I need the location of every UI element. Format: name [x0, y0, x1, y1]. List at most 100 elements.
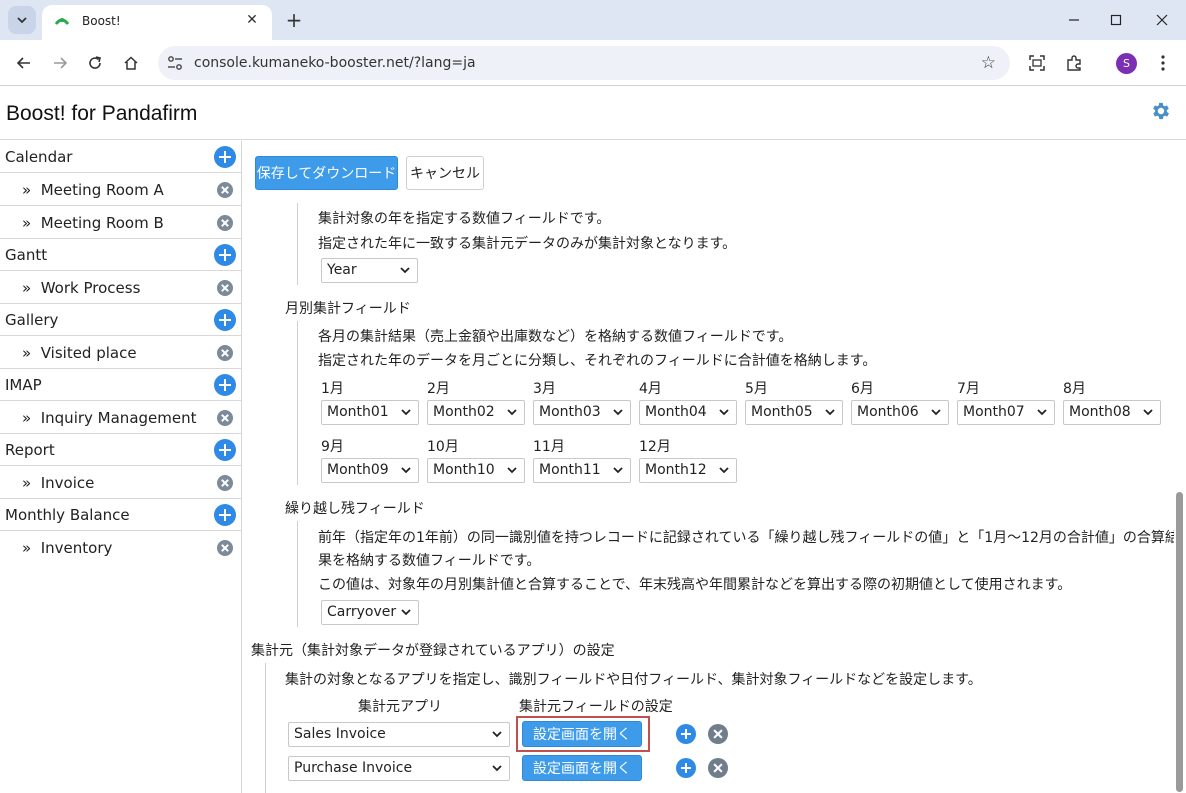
sidebar-item-meeting-room-a[interactable]: » Meeting Room A [0, 173, 241, 206]
month-label: 8月 [1063, 381, 1086, 397]
sidebar-group-report[interactable]: Report [0, 434, 241, 466]
url-text: console.kumaneko-booster.net/?lang=ja [194, 55, 476, 71]
more-menu-icon[interactable] [1152, 52, 1174, 74]
month-label: 9月 [321, 439, 344, 455]
add-row-icon[interactable] [676, 758, 696, 778]
month-field-select[interactable]: Month04 [639, 400, 737, 425]
source-app-select[interactable]: Purchase Invoice [288, 756, 510, 781]
sidebar-group-gantt[interactable]: Gantt [0, 239, 241, 271]
scrollbar-thumb[interactable] [1176, 492, 1183, 792]
add-gantt-icon[interactable] [214, 244, 236, 266]
remove-item-icon[interactable] [217, 182, 233, 198]
sidebar: Calendar » Meeting Room A » Meeting Room… [0, 141, 242, 793]
cancel-button[interactable]: キャンセル [406, 156, 484, 190]
maximize-icon[interactable] [1096, 0, 1136, 40]
sidebar-item-meeting-room-b[interactable]: » Meeting Room B [0, 206, 241, 239]
close-window-icon[interactable] [1142, 0, 1182, 40]
select-value: Month12 [645, 462, 707, 478]
site-info-icon[interactable] [166, 54, 184, 72]
open-settings-button[interactable]: 設定画面を開く [522, 755, 642, 781]
source-app-select[interactable]: Sales Invoice [288, 722, 510, 747]
month-field-select[interactable]: Month02 [427, 400, 525, 425]
sidebar-group-label: Monthly Balance [5, 506, 130, 524]
home-icon[interactable] [117, 49, 145, 77]
sidebar-group-label: IMAP [5, 376, 42, 394]
add-row-icon[interactable] [676, 724, 696, 744]
sidebar-group-label: Calendar [5, 148, 73, 166]
add-gallery-icon[interactable] [214, 309, 236, 331]
chevron-down-icon [719, 467, 729, 474]
new-tab-icon[interactable]: + [282, 6, 306, 34]
forward-icon[interactable] [46, 49, 74, 77]
month-field-select[interactable]: Month11 [533, 458, 631, 483]
month-label: 6月 [851, 381, 874, 397]
app-header: Boost! for Pandafirm [0, 87, 1186, 140]
month-field-select[interactable]: Month01 [321, 400, 419, 425]
month-field-select[interactable]: Month09 [321, 458, 419, 483]
extensions-icon[interactable] [1063, 52, 1085, 74]
remove-item-icon[interactable] [217, 215, 233, 231]
sidebar-item-inventory[interactable]: » Inventory [0, 531, 241, 564]
chevron-down-icon [613, 467, 623, 474]
sidebar-item-inquiry-management[interactable]: » Inquiry Management [0, 401, 241, 434]
remove-item-icon[interactable] [217, 540, 233, 556]
month-field-select[interactable]: Month08 [1063, 400, 1161, 425]
add-report-icon[interactable] [214, 439, 236, 461]
screenshot-icon[interactable] [1026, 52, 1048, 74]
year-desc-2: 指定された年に一致する集計元データのみが集計対象となります。 [318, 236, 737, 252]
section-indent-line [297, 321, 298, 485]
remove-item-icon[interactable] [217, 475, 233, 491]
month-label: 7月 [957, 381, 980, 397]
select-value: Year [327, 262, 357, 278]
month-label: 2月 [427, 381, 450, 397]
back-icon[interactable] [10, 49, 38, 77]
sidebar-item-prefix: » [22, 474, 32, 492]
chevron-down-icon [1037, 409, 1047, 416]
gear-icon[interactable] [1150, 100, 1172, 122]
month-field-select[interactable]: Month06 [851, 400, 949, 425]
remove-item-icon[interactable] [217, 410, 233, 426]
monthly-field-heading: 月別集計フィールド [285, 301, 411, 317]
select-value: Sales Invoice [294, 726, 386, 742]
month-label: 4月 [639, 381, 662, 397]
month-field-select[interactable]: Month07 [957, 400, 1055, 425]
month-field-select[interactable]: Month03 [533, 400, 631, 425]
month-field-select[interactable]: Month12 [639, 458, 737, 483]
remove-row-icon[interactable] [708, 724, 728, 744]
select-value: Carryover [327, 604, 397, 620]
open-settings-button[interactable]: 設定画面を開く [522, 721, 642, 747]
month-field-select[interactable]: Month05 [745, 400, 843, 425]
sidebar-item-invoice[interactable]: » Invoice [0, 466, 241, 499]
sidebar-group-gallery[interactable]: Gallery [0, 304, 241, 336]
profile-avatar[interactable]: S [1116, 53, 1137, 74]
remove-item-icon[interactable] [217, 280, 233, 296]
carryover-field-select[interactable]: Carryover [321, 600, 419, 625]
year-field-select[interactable]: Year [321, 258, 418, 283]
add-monthly-balance-icon[interactable] [214, 504, 236, 526]
tab-close-icon[interactable]: ✕ [242, 10, 262, 30]
chevron-down-icon [492, 731, 502, 738]
bookmark-star-icon[interactable]: ☆ [981, 53, 996, 73]
browser-tab[interactable]: Boost! ✕ [42, 5, 272, 40]
address-bar[interactable]: console.kumaneko-booster.net/?lang=ja ☆ [158, 46, 1010, 80]
month-field-select[interactable]: Month10 [427, 458, 525, 483]
reload-icon[interactable] [81, 49, 109, 77]
tab-search-icon[interactable] [8, 6, 36, 34]
add-imap-icon[interactable] [214, 374, 236, 396]
remove-item-icon[interactable] [217, 345, 233, 361]
sidebar-group-imap[interactable]: IMAP [0, 369, 241, 401]
minimize-icon[interactable] [1054, 0, 1094, 40]
app-title: Boost! for Pandafirm [6, 102, 198, 125]
sidebar-item-visited-place[interactable]: » Visited place [0, 336, 241, 369]
add-calendar-icon[interactable] [214, 146, 236, 168]
chevron-down-icon [401, 467, 411, 474]
carryover-field-heading: 繰り越し残フィールド [285, 501, 425, 517]
sidebar-item-work-process[interactable]: » Work Process [0, 271, 241, 304]
chevron-down-icon [507, 409, 517, 416]
sidebar-group-calendar[interactable]: Calendar [0, 141, 241, 173]
select-value: Month02 [433, 404, 495, 420]
sidebar-group-monthly-balance[interactable]: Monthly Balance [0, 499, 241, 531]
remove-row-icon[interactable] [708, 758, 728, 778]
save-download-button[interactable]: 保存してダウンロード [255, 156, 398, 190]
chevron-down-icon [931, 409, 941, 416]
